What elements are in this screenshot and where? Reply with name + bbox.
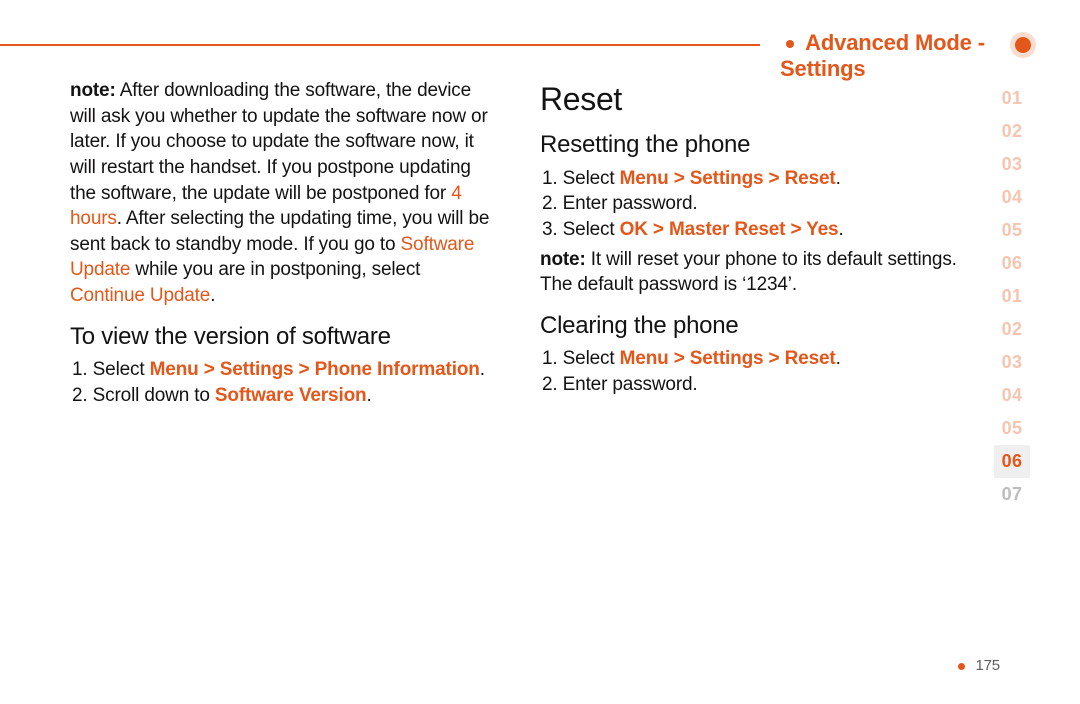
sidebar-index-item[interactable]: 05: [994, 412, 1030, 445]
step-punct: .: [366, 385, 371, 406]
heading-resetting: Resetting the phone: [540, 129, 970, 161]
sidebar-index-item[interactable]: 03: [994, 346, 1030, 379]
steps-view-version: 1. Select Menu > Settings > Phone Inform…: [70, 357, 500, 408]
sidebar-index-item[interactable]: 05: [994, 214, 1030, 247]
header-end-dot-icon: [1015, 37, 1031, 53]
heading-reset: Reset: [540, 78, 970, 121]
note-label: note:: [540, 249, 586, 270]
step-text: 1. Select: [542, 348, 620, 369]
step-path: Menu > Settings > Reset: [620, 348, 836, 369]
step-item: 2. Enter password.: [560, 191, 970, 217]
step-item: 1. Select Menu > Settings > Reset.: [560, 166, 970, 192]
step-item: 2. Scroll down to Software Version.: [90, 383, 500, 409]
step-path: Menu > Settings > Reset: [620, 168, 836, 189]
step-path: Software Version: [215, 385, 367, 406]
step-item: 1. Select Menu > Settings > Phone Inform…: [90, 357, 500, 383]
note-text-c: while you are in postponing, select: [130, 259, 420, 280]
step-text: 2. Scroll down to: [72, 385, 215, 406]
heading-view-version: To view the version of software: [70, 321, 500, 353]
heading-clearing: Clearing the phone: [540, 310, 970, 342]
sidebar-index-item[interactable]: 02: [994, 313, 1030, 346]
sidebar-index-item[interactable]: 03: [994, 148, 1030, 181]
page-footer: 175: [952, 657, 1000, 674]
sidebar-index-item[interactable]: 04: [994, 379, 1030, 412]
content-columns: note: After downloading the software, th…: [70, 78, 1000, 408]
sidebar-index-item[interactable]: 06: [994, 247, 1030, 280]
chapter-index-sidebar: 01020304050601020304050607: [994, 82, 1030, 511]
left-column: note: After downloading the software, th…: [70, 78, 500, 408]
step-item: 3. Select OK > Master Reset > Yes.: [560, 217, 970, 243]
bullet-icon: [958, 663, 965, 670]
step-text: 1. Select: [542, 168, 620, 189]
step-item: 1. Select Menu > Settings > Reset.: [560, 346, 970, 372]
manual-page: Advanced Mode - Settings note: After dow…: [50, 30, 1040, 680]
sidebar-index-item[interactable]: 06: [994, 445, 1030, 478]
note-label: note:: [70, 80, 116, 101]
steps-clearing: 1. Select Menu > Settings > Reset. 2. En…: [540, 346, 970, 397]
step-path: Menu > Settings > Phone Information: [150, 359, 480, 380]
note-text-d: .: [210, 285, 215, 306]
note-paragraph-2: note: It will reset your phone to its de…: [540, 247, 970, 298]
note-continue-update: Continue Update: [70, 285, 210, 306]
step-punct: .: [836, 168, 841, 189]
note-text: It will reset your phone to its default …: [540, 249, 957, 296]
page-number: 175: [975, 657, 1000, 674]
note-text-a: After downloading the software, the devi…: [70, 80, 488, 204]
step-text: 3. Select: [542, 219, 620, 240]
step-item: 2. Enter password.: [560, 372, 970, 398]
note-paragraph: note: After downloading the software, th…: [70, 78, 500, 309]
right-column: Reset Resetting the phone 1. Select Menu…: [540, 78, 970, 408]
sidebar-index-item[interactable]: 01: [994, 280, 1030, 313]
header-rule: [0, 44, 760, 46]
steps-resetting: 1. Select Menu > Settings > Reset. 2. En…: [540, 166, 970, 243]
step-punct: .: [480, 359, 485, 380]
section-header: Advanced Mode - Settings: [770, 30, 1040, 82]
step-punct: .: [836, 348, 841, 369]
sidebar-index-item[interactable]: 04: [994, 181, 1030, 214]
sidebar-index-item[interactable]: 02: [994, 115, 1030, 148]
step-text: 1. Select: [72, 359, 150, 380]
sidebar-index-item[interactable]: 01: [994, 82, 1030, 115]
bullet-icon: [786, 40, 794, 48]
step-punct: .: [838, 219, 843, 240]
header-title-text: Advanced Mode - Settings: [780, 30, 985, 81]
step-path: OK > Master Reset > Yes: [620, 219, 839, 240]
sidebar-index-item[interactable]: 07: [994, 478, 1030, 511]
